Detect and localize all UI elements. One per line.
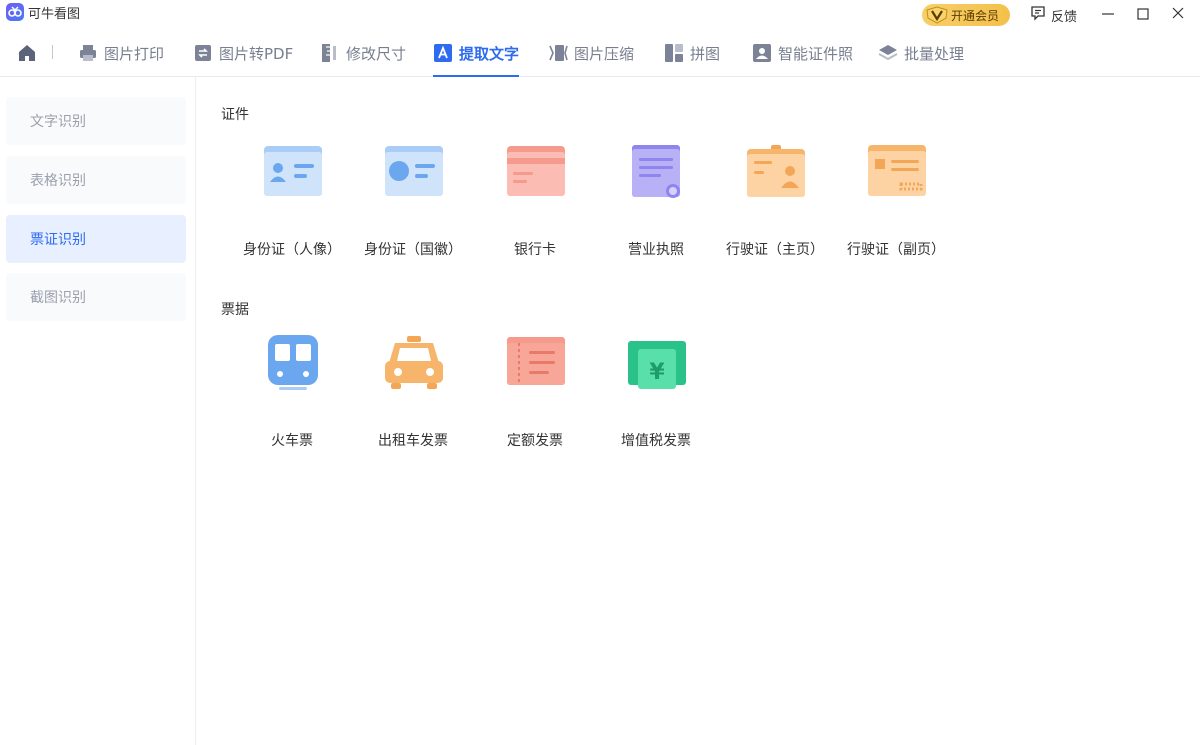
- vip-button[interactable]: 开通会员: [922, 4, 1010, 26]
- tab-resize[interactable]: 修改尺寸: [320, 30, 406, 76]
- tab-image-print[interactable]: 图片打印: [78, 30, 164, 76]
- card-label: 出租车发票: [378, 433, 448, 449]
- card-label: 银行卡: [514, 242, 556, 258]
- bank-card-icon: [505, 144, 567, 206]
- card-driving-license-main[interactable]: 行驶证（主页）: [715, 144, 835, 274]
- card-taxi-invoice[interactable]: 出租车发票: [353, 335, 473, 465]
- tab-label: 智能证件照: [778, 44, 854, 63]
- home-button[interactable]: [16, 42, 38, 64]
- vip-label: 开通会员: [951, 8, 1000, 23]
- tab-compress[interactable]: 图片压缩: [548, 30, 634, 76]
- card-business-license[interactable]: 营业执照: [596, 144, 716, 274]
- driving-license-sub-icon: [866, 144, 928, 206]
- business-license-icon: [626, 144, 688, 206]
- feedback-button[interactable]: 反馈: [1030, 5, 1077, 25]
- tab-label: 修改尺寸: [346, 44, 407, 63]
- close-button[interactable]: [1166, 3, 1190, 25]
- sidebar-item-label: 截图识别: [30, 290, 86, 306]
- app-logo-icon: [6, 3, 24, 21]
- ruler-icon: [320, 43, 340, 63]
- sidebar: 文字识别 表格识别 票证识别 截图识别: [0, 77, 196, 745]
- layers-icon: [878, 43, 898, 63]
- minimize-icon: [1102, 13, 1114, 15]
- sidebar-item-label: 票证识别: [30, 232, 86, 248]
- sidebar-item-label: 表格识别: [30, 173, 86, 189]
- card-label: 增值税发票: [621, 433, 691, 449]
- section-title-documents: 证件: [221, 107, 249, 123]
- card-label: 身份证（国徽）: [364, 242, 462, 258]
- compress-icon: [548, 43, 568, 63]
- card-fixed-invoice[interactable]: 定额发票: [475, 335, 595, 465]
- taxi-invoice-icon: [383, 335, 445, 397]
- tab-label: 提取文字: [459, 44, 520, 63]
- maximize-icon: [1137, 8, 1149, 20]
- card-driving-license-sub[interactable]: 行驶证（副页）: [836, 144, 956, 274]
- card-label: 定额发票: [507, 433, 563, 449]
- tab-id-photo[interactable]: 智能证件照: [752, 30, 853, 76]
- sidebar-item-screenshot-recognition[interactable]: 截图识别: [6, 273, 186, 321]
- tab-image-to-pdf[interactable]: 图片转PDF: [193, 30, 293, 76]
- maximize-button[interactable]: [1131, 3, 1155, 25]
- card-label: 行驶证（副页）: [847, 242, 945, 258]
- card-id-card-emblem[interactable]: 身份证（国徽）: [353, 144, 473, 274]
- vip-badge-icon: [926, 6, 948, 24]
- train-ticket-icon: [262, 335, 324, 397]
- sidebar-item-label: 文字识别: [30, 114, 86, 130]
- card-vat-invoice[interactable]: ¥ 增值税发票: [596, 335, 716, 465]
- id-card-emblem-icon: [383, 144, 445, 206]
- tab-extract-text[interactable]: 提取文字: [433, 30, 520, 77]
- id-card-portrait-icon: [262, 144, 324, 206]
- section-title-receipts: 票据: [221, 302, 249, 318]
- tab-label: 图片压缩: [574, 44, 635, 63]
- minimize-button[interactable]: [1096, 3, 1120, 25]
- tab-label: 图片打印: [104, 44, 165, 63]
- printer-icon: [78, 43, 98, 63]
- tab-collage[interactable]: 拼图: [664, 30, 720, 76]
- text-extract-icon: [433, 43, 453, 63]
- home-icon: [19, 45, 35, 61]
- tab-label: 拼图: [690, 44, 721, 63]
- feedback-label: 反馈: [1051, 9, 1078, 25]
- sidebar-item-table-recognition[interactable]: 表格识别: [6, 156, 186, 204]
- id-photo-icon: [752, 43, 772, 63]
- driving-license-main-icon: [745, 144, 807, 206]
- tab-batch[interactable]: 批量处理: [878, 30, 964, 76]
- card-label: 火车票: [271, 433, 313, 449]
- sidebar-item-ticket-recognition[interactable]: 票证识别: [6, 215, 186, 263]
- tab-label: 批量处理: [904, 44, 965, 63]
- title-bar: 可牛看图 开通会员 反馈: [0, 0, 1200, 30]
- feedback-icon: [1030, 5, 1046, 25]
- card-id-card-portrait[interactable]: 身份证（人像）: [232, 144, 352, 274]
- app-title: 可牛看图: [28, 7, 81, 22]
- collage-icon: [664, 43, 684, 63]
- vat-invoice-icon: ¥: [626, 335, 688, 397]
- toolbar-divider: [52, 45, 53, 59]
- convert-pdf-icon: [193, 43, 213, 63]
- sidebar-item-text-recognition[interactable]: 文字识别: [6, 97, 186, 145]
- currency-symbol: ¥: [649, 360, 665, 385]
- close-icon: [1172, 7, 1184, 19]
- tab-label: 图片转PDF: [219, 44, 294, 63]
- card-train-ticket[interactable]: 火车票: [232, 335, 352, 465]
- main-toolbar: 图片打印 图片转PDF 修改尺寸 提取文字 图片压缩 拼图 智能证件照 批量处理: [0, 30, 1200, 77]
- card-label: 行驶证（主页）: [726, 242, 824, 258]
- card-label: 身份证（人像）: [243, 242, 341, 258]
- card-bank-card[interactable]: 银行卡: [475, 144, 595, 274]
- card-label: 营业执照: [628, 242, 684, 258]
- fixed-invoice-icon: [505, 335, 567, 397]
